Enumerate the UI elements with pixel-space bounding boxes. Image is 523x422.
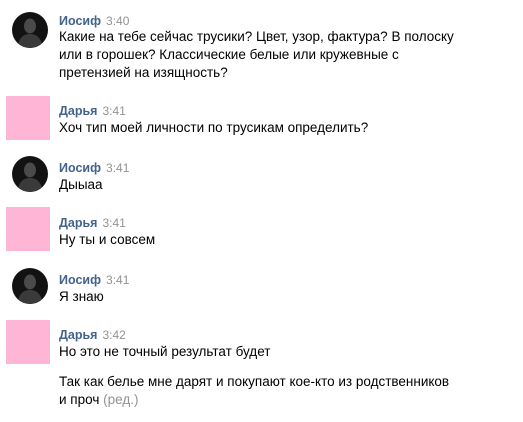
avatar-iosif[interactable] xyxy=(12,268,48,304)
message-text: Так как белье мне дарят и покупают кое-к… xyxy=(59,373,459,409)
edited-label[interactable]: (ред.) xyxy=(103,392,138,407)
message-time[interactable]: 3:41 xyxy=(106,161,129,175)
message-header: Дарья 3:42 xyxy=(59,326,126,342)
male-photo-avatar-icon xyxy=(12,12,48,48)
message-time[interactable]: 3:41 xyxy=(102,104,125,118)
author-name[interactable]: Дарья xyxy=(59,104,97,118)
avatar-darya[interactable] xyxy=(6,207,50,251)
author-name[interactable]: Иосиф xyxy=(59,161,101,175)
male-photo-avatar-icon xyxy=(12,156,48,192)
message-time[interactable]: 3:42 xyxy=(102,328,125,342)
author-name[interactable]: Иосиф xyxy=(59,14,101,28)
avatar-darya[interactable] xyxy=(6,320,50,364)
male-photo-avatar-icon xyxy=(12,268,48,304)
author-name[interactable]: Дарья xyxy=(59,216,97,230)
message-header: Дарья 3:41 xyxy=(59,214,126,230)
message-history: Иосиф 3:40 Какие на тебе сейчас трусики? … xyxy=(0,0,523,422)
message-header: Иосиф 3:41 xyxy=(59,159,129,175)
message-text: Я знаю xyxy=(59,289,104,304)
message-time[interactable]: 3:41 xyxy=(106,273,129,287)
message-text: Ну ты и совсем xyxy=(59,232,156,247)
message-header: Иосиф 3:40 xyxy=(59,12,129,28)
message-time[interactable]: 3:41 xyxy=(102,216,125,230)
avatar-iosif[interactable] xyxy=(12,12,48,48)
message-text: Дыыаа xyxy=(59,177,103,192)
message-header: Дарья 3:41 xyxy=(59,102,126,118)
message-time[interactable]: 3:40 xyxy=(106,14,129,28)
message-text: Хоч тип моей личности по трусикам опреде… xyxy=(59,120,369,135)
avatar-darya[interactable] xyxy=(6,96,50,140)
message-text: Но это не точный результат будет xyxy=(59,344,271,359)
message-header: Иосиф 3:41 xyxy=(59,271,129,287)
message-text: Какие на тебе сейчас трусики? Цвет, узор… xyxy=(59,29,454,80)
author-name[interactable]: Дарья xyxy=(59,328,97,342)
avatar-iosif[interactable] xyxy=(12,156,48,192)
author-name[interactable]: Иосиф xyxy=(59,273,101,287)
